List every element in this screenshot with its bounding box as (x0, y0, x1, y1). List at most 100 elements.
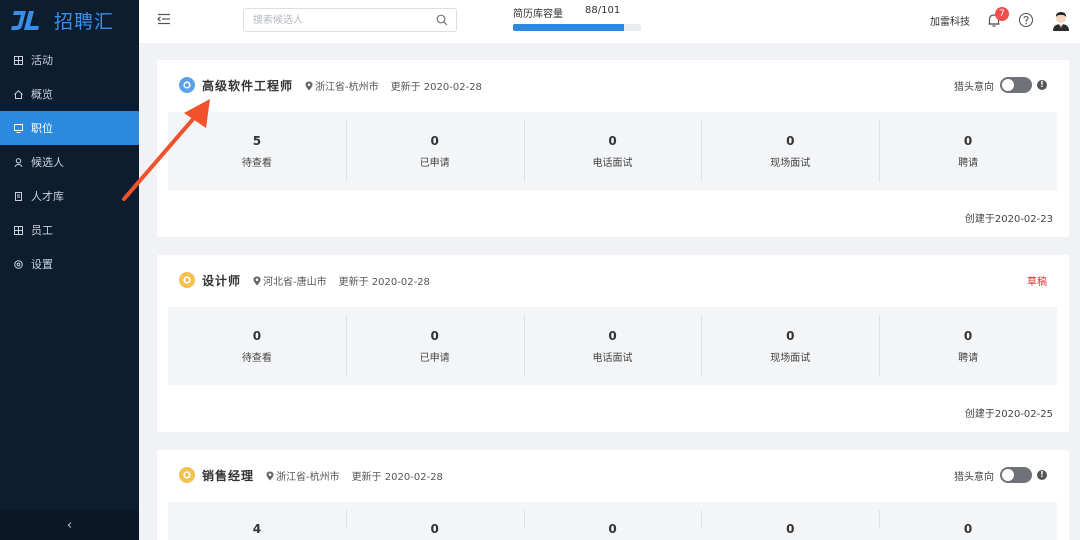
stat-number: 0 (786, 133, 795, 148)
resume-capacity: 简历库容量 88/101 (513, 5, 643, 31)
stat-label: 现场面试 (770, 157, 811, 169)
location-pin-icon (253, 275, 261, 286)
home-icon (13, 89, 23, 99)
stat-applied[interactable]: 0 已申请 (345, 112, 524, 190)
collapse-sidebar-button[interactable]: ‹ (0, 510, 139, 540)
draft-status: 草稿 (1027, 276, 1047, 288)
user-icon (13, 157, 23, 167)
location-pin-icon (266, 470, 274, 481)
stat-number: 0 (430, 328, 439, 343)
notification-badge: 7 (995, 7, 1009, 21)
headhunter-toggle[interactable] (1000, 77, 1032, 93)
stat-label: 已申请 (419, 157, 450, 169)
job-location: 河北省-唐山市 (263, 276, 327, 288)
settings-icon (13, 259, 23, 269)
job-card[interactable]: 高级软件工程师 浙江省-杭州市 更新于 2020-02-28 猎头意向 ! 5 待… (157, 60, 1069, 237)
logo[interactable]: 招聘汇 (0, 0, 139, 40)
stat-label: 待查看 (241, 352, 272, 364)
job-stats: 0 待查看 0 已申请 0 电话面试 0 现场面试 0 聘请 (168, 307, 1057, 385)
sidebar-item-talent-pool[interactable]: 人才库 (0, 179, 139, 213)
stat-number: 0 (608, 328, 617, 343)
grid-icon (13, 55, 23, 65)
stat-phone-interview[interactable]: 0 电话面试 (523, 112, 702, 190)
headhunter-label: 猎头意向 (954, 81, 994, 93)
capacity-progress-fill (513, 24, 625, 31)
job-card[interactable]: 设计师 河北省-唐山市 更新于 2020-02-28 草稿 0 待查看 0 已申请 … (157, 255, 1069, 432)
toggle-knob (1002, 79, 1014, 91)
menu-toggle-icon[interactable] (157, 13, 171, 25)
stat-number: 0 (608, 522, 617, 536)
stat-applied[interactable]: 0 已申请 (345, 307, 524, 385)
company-name[interactable]: 加雷科技 (930, 13, 970, 28)
sidebar-item-label: 概览 (31, 88, 53, 101)
stat-onsite-interview[interactable]: 0 现场面试 (701, 307, 879, 385)
sidebar-item-jobs[interactable]: 职位 (0, 111, 139, 145)
stat-to-review[interactable]: 5 待查看 (168, 112, 346, 190)
stat-number: 0 (430, 522, 439, 536)
stat-onsite-interview[interactable]: 0 现场面试 (701, 112, 879, 190)
job-title[interactable]: 销售经理 (202, 467, 254, 484)
stat-to-review[interactable]: 0 待查看 (168, 307, 346, 385)
monitor-icon (13, 123, 23, 133)
sidebar-item-label: 设置 (31, 258, 53, 271)
sidebar-item-overview[interactable]: 概览 (0, 77, 139, 111)
stat-label: 聘请 (958, 157, 979, 169)
sidebar-item-candidates[interactable]: 候选人 (0, 145, 139, 179)
sidebar-item-activities[interactable]: 活动 (0, 43, 139, 77)
location-pin-icon (305, 80, 313, 91)
gear-icon (179, 77, 195, 93)
sidebar-nav: 活动 概览 职位 候选人 人才库 员工 设置 (0, 43, 139, 281)
job-card[interactable]: 销售经理 浙江省-杭州市 更新于 2020-02-28 猎头意向 ! 4 0 0… (157, 450, 1069, 540)
stat-phone-interview[interactable]: 0 (523, 502, 702, 536)
sidebar-item-staff[interactable]: 员工 (0, 213, 139, 247)
stat-to-review[interactable]: 4 (168, 502, 346, 536)
stat-number: 4 (252, 522, 262, 536)
sidebar: 招聘汇 活动 概览 职位 候选人 人才库 员工 设置 ‹ (0, 0, 139, 540)
sidebar-item-settings[interactable]: 设置 (0, 247, 139, 281)
job-stats: 5 待查看 0 已申请 0 电话面试 0 现场面试 0 聘请 (168, 112, 1057, 190)
help-icon[interactable] (1018, 12, 1034, 28)
capacity-value: 88/101 (585, 5, 621, 16)
stat-number: 0 (963, 328, 973, 343)
stat-number: 0 (608, 133, 617, 148)
job-created: 创建于2020-02-25 (964, 409, 1053, 420)
info-icon[interactable]: ! (1037, 470, 1047, 480)
stat-applied[interactable]: 0 (345, 502, 524, 536)
stat-hired[interactable]: 0 聘请 (879, 112, 1057, 190)
avatar[interactable] (1050, 9, 1072, 31)
stat-label: 电话面试 (592, 157, 633, 169)
logo-mark-icon (10, 8, 40, 32)
job-created: 创建于2020-02-23 (964, 214, 1053, 225)
job-updated: 更新于 2020-02-28 (338, 276, 430, 288)
job-location: 浙江省-杭州市 (315, 81, 379, 93)
stat-hired[interactable]: 0 聘请 (879, 307, 1057, 385)
sidebar-item-label: 活动 (31, 54, 53, 67)
gear-icon (179, 272, 195, 288)
job-updated: 更新于 2020-02-28 (351, 471, 443, 483)
gear-icon (179, 467, 195, 483)
stat-number: 0 (963, 522, 973, 536)
job-title[interactable]: 设计师 (202, 272, 241, 289)
stat-label: 现场面试 (770, 352, 811, 364)
search-input[interactable] (244, 9, 424, 31)
search-icon[interactable] (436, 14, 448, 26)
info-icon[interactable]: ! (1037, 80, 1047, 90)
job-title[interactable]: 高级软件工程师 (202, 77, 293, 94)
job-location: 浙江省-杭州市 (276, 471, 340, 483)
stat-hired[interactable]: 0 (879, 502, 1057, 536)
sidebar-item-label: 候选人 (31, 156, 64, 169)
sidebar-item-label: 员工 (31, 224, 53, 237)
stat-number: 0 (786, 328, 795, 343)
grid-icon (13, 225, 23, 235)
stat-label: 已申请 (419, 352, 450, 364)
stat-onsite-interview[interactable]: 0 (701, 502, 879, 536)
stat-label: 电话面试 (592, 352, 633, 364)
headhunter-toggle[interactable] (1000, 467, 1032, 483)
book-icon (13, 191, 23, 201)
search-box (243, 8, 457, 32)
stat-label: 待查看 (241, 157, 272, 169)
stat-number: 0 (430, 133, 439, 148)
brand-name: 招聘汇 (54, 10, 115, 33)
stat-number: 0 (786, 522, 795, 536)
stat-phone-interview[interactable]: 0 电话面试 (523, 307, 702, 385)
